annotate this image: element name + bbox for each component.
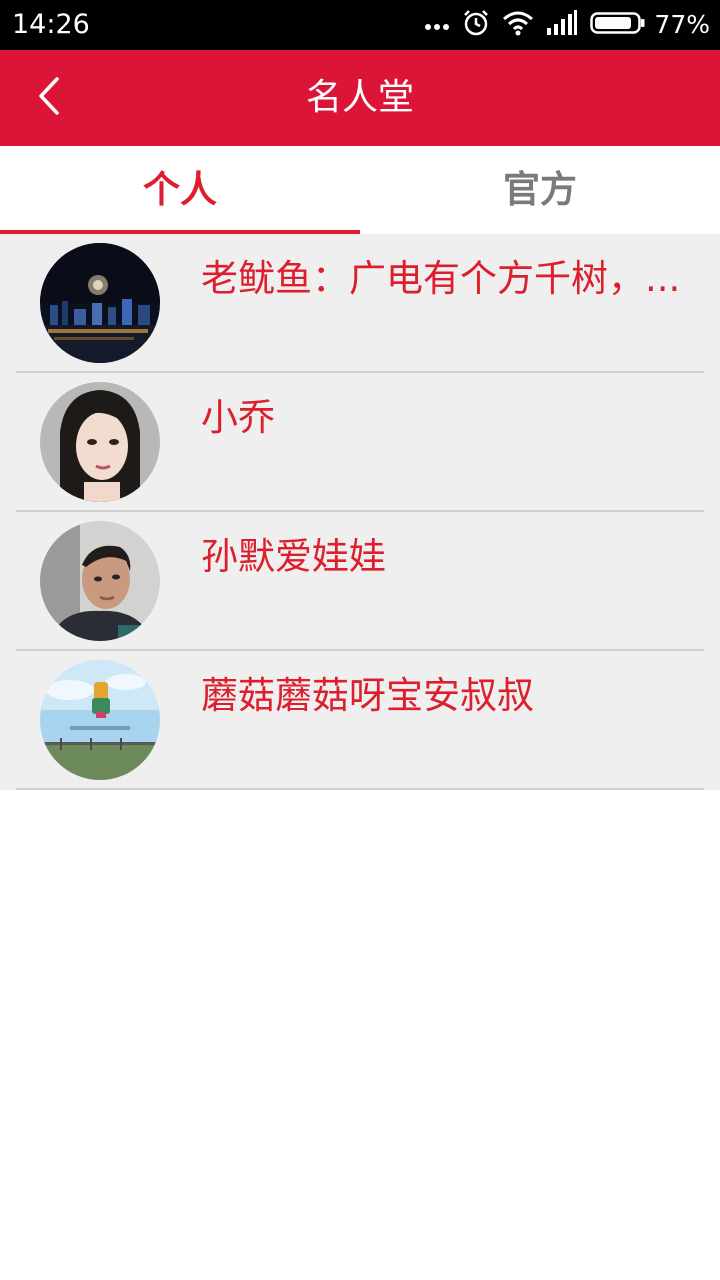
list-item[interactable]: 孙默爱娃娃 (0, 512, 720, 651)
signal-icon (546, 10, 578, 40)
divider (16, 788, 704, 790)
avatar (40, 521, 160, 641)
battery-percent: 77% (654, 10, 710, 39)
tab-official[interactable]: 官方 (360, 146, 720, 234)
battery-icon (590, 11, 646, 39)
page-title: 名人堂 (305, 77, 414, 118)
tab-bar: 个人 官方 (0, 146, 720, 234)
title-bar: 名人堂 (0, 50, 720, 146)
avatar (40, 243, 160, 363)
tab-personal[interactable]: 个人 (0, 146, 360, 234)
list-item[interactable]: 蘑菇蘑菇呀宝安叔叔 (0, 651, 720, 790)
list-item-name: 蘑菇蘑菇呀宝安叔叔 (201, 674, 534, 717)
more-dots-icon (424, 16, 450, 35)
list-item-name: 老鱿鱼：广电有个方千树，... (201, 257, 681, 300)
status-bar: 14:26 77% (0, 0, 720, 50)
avatar (40, 382, 160, 502)
list-item[interactable]: 小乔 (0, 373, 720, 512)
list-item-name: 小乔 (201, 396, 275, 439)
status-icons: 77% (412, 8, 710, 42)
chevron-left-icon (35, 76, 65, 120)
alarm-icon (462, 9, 490, 41)
list-item[interactable]: 老鱿鱼：广电有个方千树，... (0, 234, 720, 373)
wifi-icon (502, 10, 534, 40)
status-time: 14:26 (12, 9, 90, 40)
list-item-name: 孙默爱娃娃 (201, 535, 386, 578)
avatar (40, 660, 160, 780)
celebrity-list: 老鱿鱼：广电有个方千树，... 小乔 孙默爱娃娃 蘑菇蘑菇呀宝安叔叔 (0, 234, 720, 790)
back-button[interactable] (22, 70, 78, 126)
